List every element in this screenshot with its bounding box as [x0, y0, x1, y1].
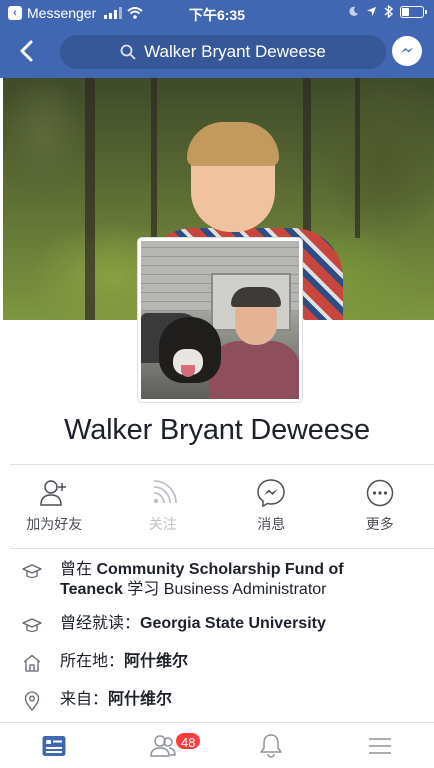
more-button[interactable]: 更多: [326, 478, 434, 544]
search-icon: [120, 44, 136, 60]
status-bar: ‹ Messenger 下午6:35: [0, 0, 434, 26]
messenger-bolt-icon: [400, 47, 414, 53]
location-pin-icon: [24, 691, 40, 711]
edu-school-link[interactable]: Georgia State University: [140, 615, 326, 632]
edu-prefix: 曾经就读：: [60, 615, 141, 632]
location-arrow-icon: [366, 6, 377, 17]
avatar-person-shirt: [209, 341, 299, 399]
follow-label: 关注: [148, 516, 177, 532]
from-place-link[interactable]: 阿什维尔: [108, 691, 172, 708]
moon-icon: [349, 6, 359, 16]
from-prefix: 来自：: [60, 691, 109, 708]
graduation-cap-icon: [22, 564, 42, 579]
intro-lives-text: 所在地：阿什维尔: [60, 652, 410, 672]
hamburger-menu-icon: [368, 737, 391, 754]
intro-education-text: 曾经就读：Georgia State University: [60, 614, 410, 634]
tab-news-feed[interactable]: [0, 723, 109, 768]
intro-from-text: 来自：阿什维尔: [60, 690, 410, 710]
messenger-icon: [257, 479, 286, 508]
message-label: 消息: [257, 516, 286, 532]
messenger-button[interactable]: [392, 36, 422, 66]
news-feed-icon: [42, 735, 66, 756]
add-friend-button[interactable]: 加为好友: [0, 478, 109, 544]
cover-tree: [151, 78, 157, 258]
divider: [10, 464, 434, 465]
lives-prefix: 所在地：: [60, 653, 125, 670]
more-label: 更多: [365, 516, 394, 532]
add-friend-label: 加为好友: [26, 516, 83, 532]
back-arrow-icon[interactable]: [16, 38, 40, 64]
divider: [10, 548, 434, 549]
profile-actions: 加为好友 关注 消息 更多: [0, 478, 434, 544]
battery-icon: [400, 5, 427, 18]
friend-requests-badge: 48: [174, 731, 203, 751]
status-right: [348, 5, 427, 18]
cover-child-hair: [187, 122, 279, 166]
nav-bar: Walker Bryant Deweese: [0, 26, 434, 78]
cover-tree: [85, 78, 95, 320]
home-icon: [23, 654, 41, 672]
cover-tree: [355, 78, 360, 238]
top-bar: ‹ Messenger 下午6:35 Walker Bryant Deweese: [0, 0, 434, 78]
tab-notifications[interactable]: [217, 723, 326, 768]
more-icon: [366, 479, 393, 507]
add-friend-icon: [40, 480, 67, 506]
bottom-tab-bar: 48: [0, 722, 434, 768]
lives-place-link[interactable]: 阿什维尔: [124, 653, 188, 670]
tab-menu[interactable]: [326, 723, 434, 768]
work-mid: 学习: [122, 581, 164, 598]
follow-rss-icon: [153, 480, 177, 504]
search-field[interactable]: Walker Bryant Deweese: [60, 35, 386, 69]
avatar-person-cap: [231, 287, 281, 307]
message-button[interactable]: 消息: [217, 478, 326, 544]
profile-name: Walker Bryant Deweese: [64, 414, 370, 446]
friends-icon: [149, 734, 176, 757]
intro-work-text: 曾在 Community Scholarship Fund of Teaneck…: [60, 560, 410, 600]
bluetooth-icon: [384, 5, 393, 18]
graduation-cap-icon: [22, 618, 42, 633]
search-text: Walker Bryant Deweese: [144, 42, 326, 61]
work-role: Business Administrator: [163, 581, 327, 598]
work-prefix: 曾在: [60, 561, 97, 578]
bell-icon: [260, 733, 282, 758]
follow-button[interactable]: 关注: [109, 478, 218, 544]
profile-avatar[interactable]: [138, 238, 302, 402]
